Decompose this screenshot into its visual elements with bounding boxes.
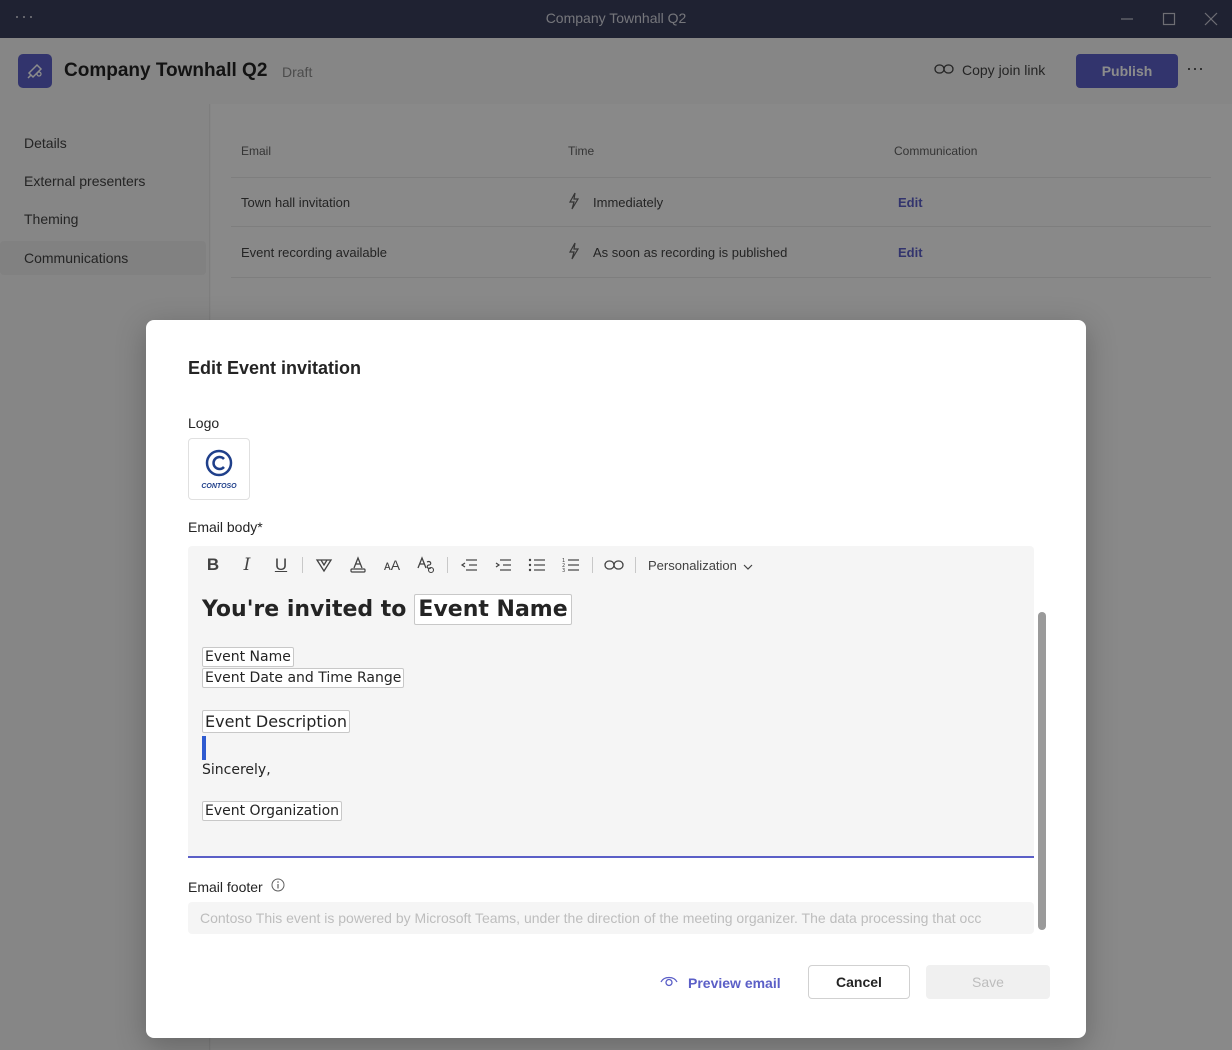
logo-upload[interactable]: CONTOSO (188, 438, 250, 500)
contoso-logo-icon (205, 449, 233, 482)
body-line: Event Date and Time Range (202, 668, 405, 688)
edit-invitation-dialog: Edit Event invitation Logo CONTOSO Email… (146, 320, 1086, 1038)
increase-indent-icon[interactable] (486, 552, 520, 578)
token-event-name[interactable]: Event Name (202, 647, 294, 667)
text-caret (202, 736, 206, 760)
preview-email-label: Preview email (688, 974, 781, 991)
eye-icon (660, 974, 678, 991)
email-body-editor[interactable]: B I U ᴀA 123 Personalization You're invi… (188, 546, 1034, 858)
formatting-toolbar: B I U ᴀA 123 Personalization (196, 552, 753, 578)
decrease-indent-icon[interactable] (452, 552, 486, 578)
toolbar-divider (302, 557, 303, 573)
dialog-scrollbar[interactable] (1038, 612, 1046, 930)
clear-format-icon[interactable] (409, 552, 443, 578)
preview-email-button[interactable]: Preview email (660, 974, 781, 991)
body-line: Event Description (202, 710, 351, 733)
highlight-icon[interactable] (307, 552, 341, 578)
italic-icon[interactable]: I (230, 552, 264, 578)
logo-label: Logo (188, 415, 220, 431)
email-footer-field[interactable]: Contoso This event is powered by Microso… (188, 902, 1034, 934)
personalization-label: Personalization (648, 557, 737, 573)
toolbar-divider (635, 557, 636, 573)
personalization-dropdown[interactable]: Personalization (648, 558, 753, 573)
token-event-description[interactable]: Event Description (202, 710, 351, 733)
email-heading: You're invited to Event Name (202, 594, 572, 625)
token-event-organization[interactable]: Event Organization (202, 801, 343, 821)
sign-off: Sincerely, (202, 762, 271, 778)
chevron-down-icon (743, 558, 753, 573)
toolbar-divider (592, 557, 593, 573)
email-footer-label-row: Email footer (188, 878, 285, 895)
font-color-icon[interactable] (341, 552, 375, 578)
info-icon[interactable] (271, 878, 285, 895)
email-footer-label: Email footer (188, 878, 263, 895)
insert-link-icon[interactable] (597, 552, 631, 578)
heading-prefix: You're invited to (202, 597, 407, 622)
token-event-name-heading[interactable]: Event Name (414, 594, 572, 625)
numbered-list-icon[interactable]: 123 (554, 552, 588, 578)
save-button[interactable]: Save (926, 965, 1050, 999)
body-line: Event Organization (202, 801, 343, 821)
svg-text:3: 3 (562, 568, 565, 573)
underline-icon[interactable]: U (264, 552, 298, 578)
logo-text: CONTOSO (201, 482, 237, 490)
cancel-button[interactable]: Cancel (808, 965, 910, 999)
dialog-title: Edit Event invitation (188, 358, 362, 378)
bulleted-list-icon[interactable] (520, 552, 554, 578)
bold-icon[interactable]: B (196, 552, 230, 578)
email-body-label: Email body* (188, 519, 263, 535)
font-size-icon[interactable]: ᴀA (375, 552, 409, 578)
body-line: Event Name (202, 647, 294, 667)
token-date-range[interactable]: Event Date and Time Range (202, 668, 405, 688)
toolbar-divider (447, 557, 448, 573)
